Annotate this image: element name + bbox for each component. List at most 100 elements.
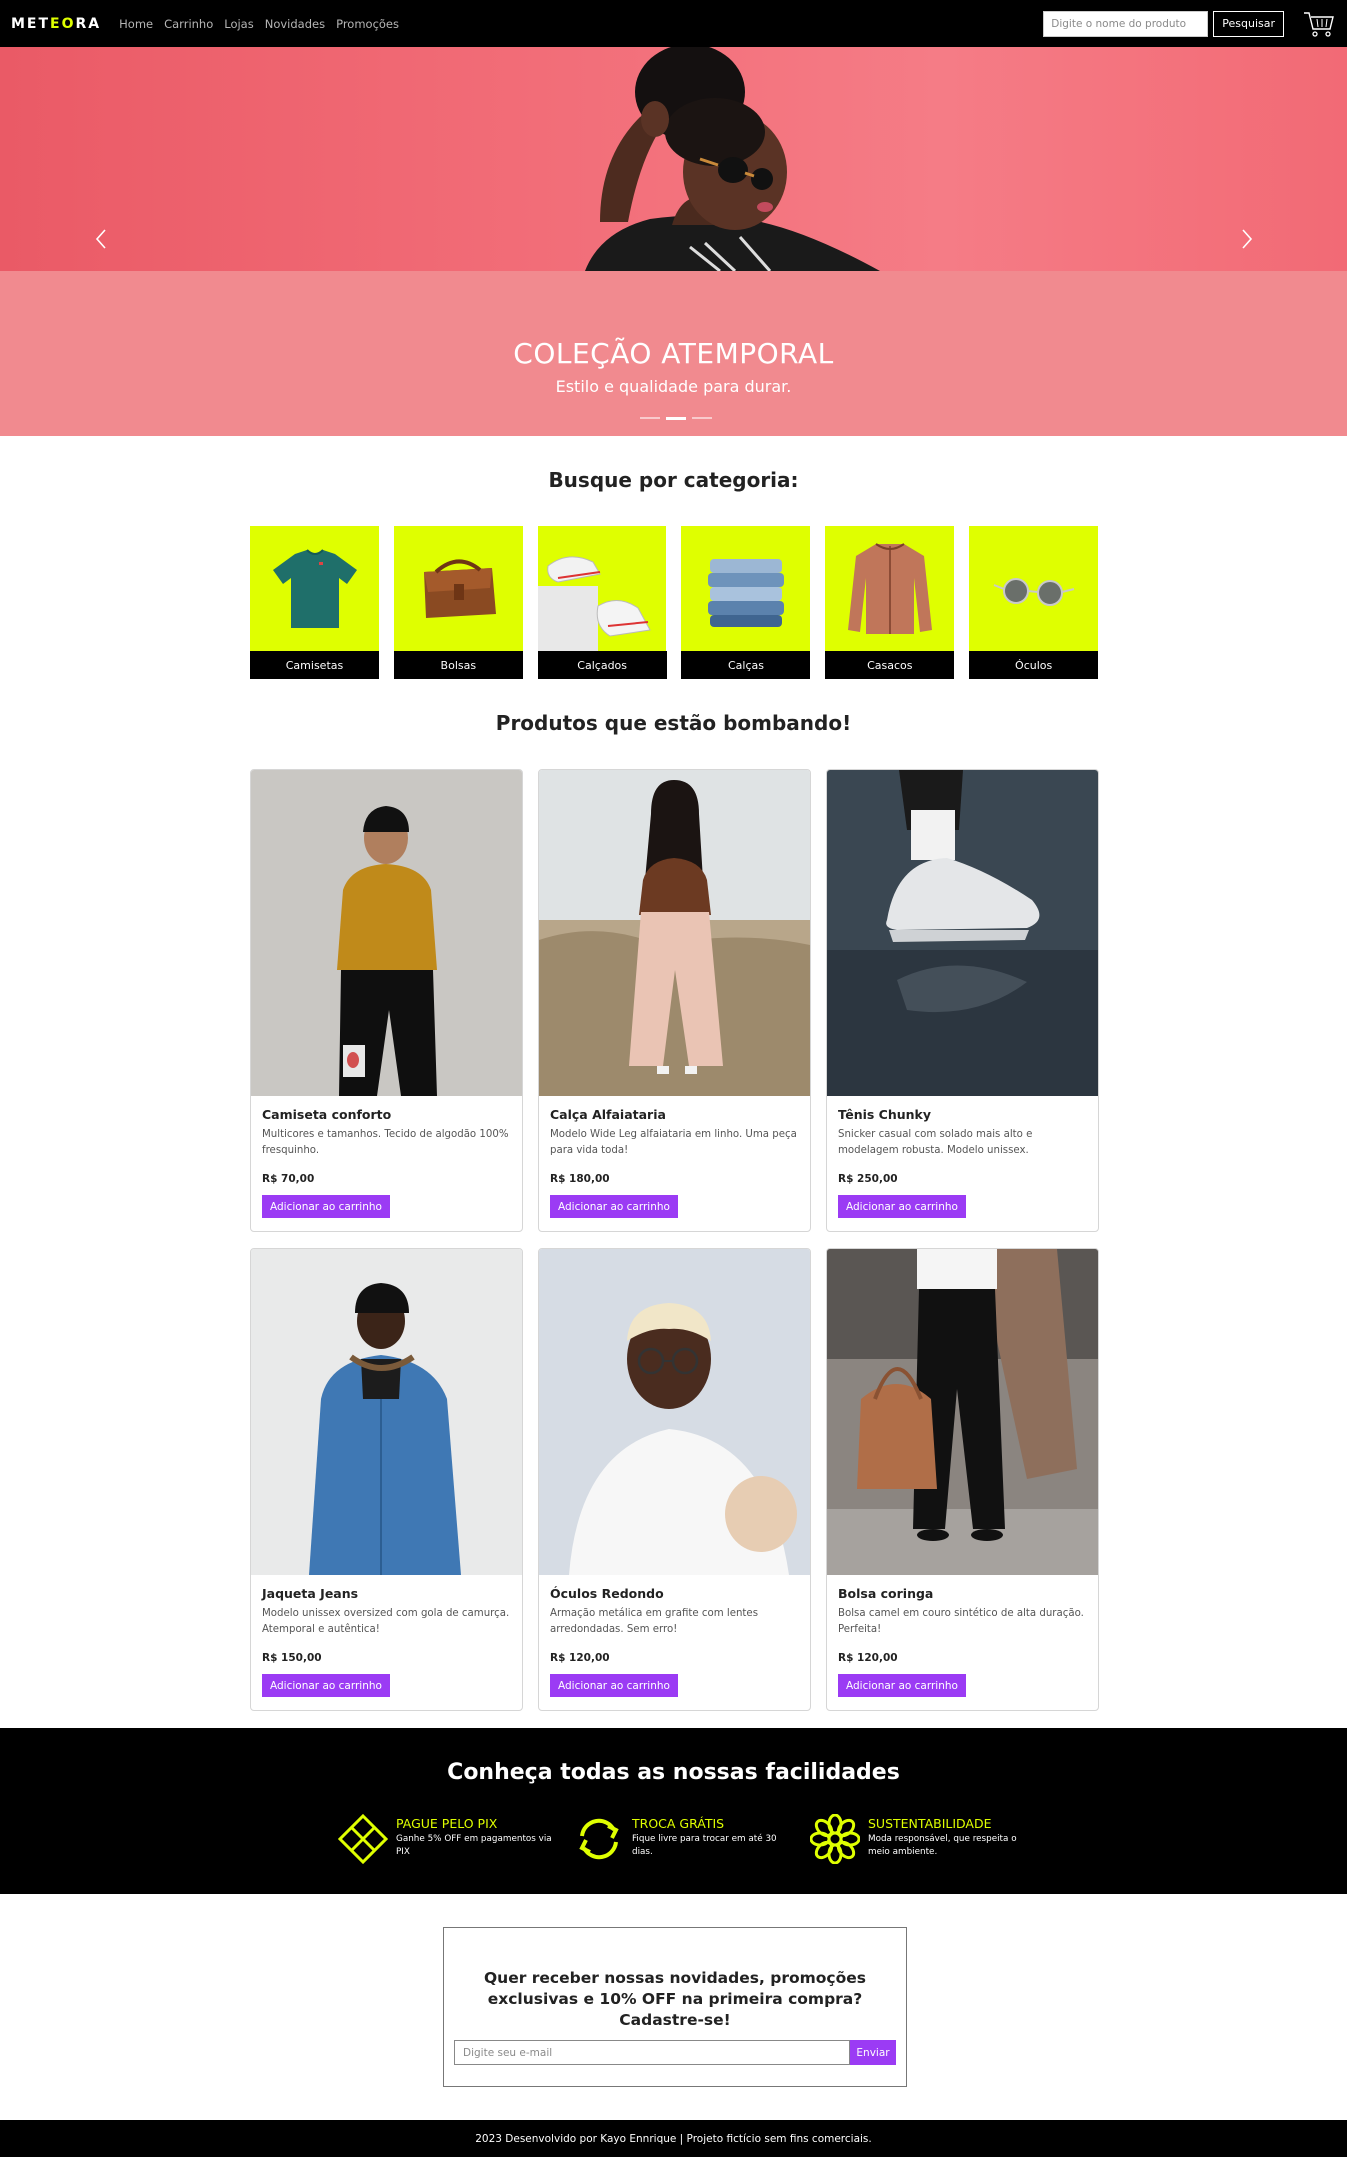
nav-link-novidades[interactable]: Novidades	[265, 17, 325, 31]
product-price: R$ 70,00	[262, 1173, 315, 1185]
hero-carousel: COLEÇÃO ATEMPORAL Estilo e qualidade par…	[0, 47, 1347, 436]
flower-icon	[809, 1813, 861, 1865]
product-card-oculos: Óculos Redondo Armação metálica em grafi…	[538, 1248, 811, 1711]
newsletter-text: Quer receber nossas novidades, promoções…	[483, 1969, 867, 2029]
exchange-icon	[574, 1814, 624, 1864]
nav-link-carrinho[interactable]: Carrinho	[164, 17, 213, 31]
bag-icon	[394, 526, 523, 651]
feature-description: Ganhe 5% OFF em pagamentos via PIX	[396, 1834, 552, 1858]
footer: 2023 Desenvolvido por Kayo Ennrique | Pr…	[0, 2120, 1347, 2157]
product-name: Tênis Chunky	[838, 1107, 932, 1122]
search-input[interactable]	[1043, 10, 1209, 37]
navbar: METEORA Home Carrinho Lojas Novidades Pr…	[0, 0, 1347, 47]
nav-link-promocoes[interactable]: Promoções	[336, 17, 399, 31]
features-section: Conheça todas as nossas facilidades PAGU…	[0, 1728, 1347, 1894]
product-name: Camiseta conforto	[262, 1107, 392, 1122]
product-name: Bolsa coringa	[838, 1586, 934, 1601]
logo[interactable]: METEORA	[11, 16, 101, 32]
category-calcados[interactable]: Calçados	[537, 526, 667, 679]
category-camisetas[interactable]: Camisetas	[250, 526, 379, 679]
jeans-icon	[681, 526, 810, 651]
feature-troca: TROCA GRÁTIS Fique livre para trocar em …	[574, 1814, 800, 1864]
category-bolsas[interactable]: Bolsas	[393, 526, 523, 679]
product-image	[539, 770, 810, 1096]
chevron-left-icon[interactable]	[94, 227, 108, 255]
feature-description: Moda responsável, que respeita o meio am…	[868, 1834, 1017, 1858]
products-title: Produtos que estão bombando!	[495, 711, 852, 735]
product-card-bolsa: Bolsa coringa Bolsa camel em couro sinté…	[826, 1248, 1099, 1711]
product-card-calca: Calça Alfaiataria Modelo Wide Leg alfaia…	[538, 769, 811, 1232]
categories-title: Busque por categoria:	[548, 468, 799, 492]
category-label: Camisetas	[250, 651, 379, 679]
add-to-cart-button[interactable]: Adicionar ao carrinho	[838, 1674, 966, 1697]
newsletter-form: Enviar	[454, 2040, 896, 2065]
tshirt-icon	[250, 526, 379, 651]
category-oculos[interactable]: Óculos	[969, 526, 1099, 679]
sneaker-icon	[537, 526, 667, 651]
feature-title: PAGUE PELO PIX	[396, 1816, 498, 1831]
product-price: R$ 150,00	[262, 1652, 322, 1664]
product-image	[251, 770, 522, 1096]
add-to-cart-button[interactable]: Adicionar ao carrinho	[262, 1674, 390, 1697]
product-description: Bolsa camel em couro sintético de alta d…	[838, 1608, 1084, 1635]
carousel-indicators	[640, 417, 712, 420]
logo-text: METEORA	[11, 15, 102, 32]
product-description: Modelo unissex oversized com gola de cam…	[262, 1608, 510, 1635]
glasses-icon	[969, 526, 1098, 651]
feature-title: SUSTENTABILIDADE	[868, 1816, 992, 1831]
features-list: PAGUE PELO PIX Ganhe 5% OFF em pagamento…	[337, 1813, 1036, 1865]
add-to-cart-button[interactable]: Adicionar ao carrinho	[550, 1674, 678, 1697]
nav-link-home[interactable]: Home	[119, 17, 153, 31]
product-price: R$ 120,00	[838, 1652, 898, 1664]
add-to-cart-button[interactable]: Adicionar ao carrinho	[838, 1195, 966, 1218]
cart-icon[interactable]	[1302, 9, 1336, 39]
feature-description: Fique livre para trocar em até 30 dias.	[632, 1834, 777, 1858]
product-price: R$ 120,00	[550, 1652, 610, 1664]
hero-subtitle: Estilo e qualidade para durar.	[555, 377, 792, 396]
product-image	[827, 1249, 1098, 1575]
product-image	[827, 770, 1098, 1096]
category-label: Bolsas	[393, 651, 523, 679]
chevron-right-icon[interactable]	[1240, 227, 1254, 255]
product-card-camiseta: Camiseta conforto Multicores e tamanhos.…	[250, 769, 523, 1232]
category-label: Óculos	[969, 651, 1099, 679]
logo-accent: EO	[50, 15, 76, 32]
categories-list: Camisetas Bolsas Calçados Calças Casacos…	[250, 526, 1099, 679]
product-card-jaqueta: Jaqueta Jeans Modelo unissex oversized c…	[250, 1248, 523, 1711]
email-input[interactable]	[454, 2040, 850, 2065]
category-casacos[interactable]: Casacos	[825, 526, 955, 679]
product-card-tenis: Tênis Chunky Snicker casual com solado m…	[826, 769, 1099, 1232]
nav-link-lojas[interactable]: Lojas	[224, 17, 253, 31]
carousel-indicator-1[interactable]	[640, 417, 660, 419]
send-button[interactable]: Enviar	[850, 2040, 896, 2065]
product-price: R$ 250,00	[838, 1173, 898, 1185]
products-grid: Camiseta conforto Multicores e tamanhos.…	[250, 769, 1099, 1711]
carousel-indicator-3[interactable]	[692, 417, 712, 419]
feature-pix: PAGUE PELO PIX Ganhe 5% OFF em pagamento…	[337, 1813, 564, 1865]
category-calcas[interactable]: Calças	[681, 526, 811, 679]
product-description: Snicker casual com solado mais alto e mo…	[838, 1129, 1033, 1156]
footer-text: 2023 Desenvolvido por Kayo Ennrique | Pr…	[475, 2132, 872, 2145]
category-label: Casacos	[825, 651, 955, 679]
feature-sustentabilidade: SUSTENTABILIDADE Moda responsável, que r…	[809, 1813, 1036, 1865]
carousel-indicator-2[interactable]	[666, 417, 686, 420]
nav-search: Pesquisar	[1043, 9, 1336, 39]
product-name: Calça Alfaiataria	[550, 1107, 666, 1122]
feature-title: TROCA GRÁTIS	[632, 1816, 725, 1831]
product-description: Armação metálica em grafite com lentes a…	[550, 1608, 758, 1635]
product-description: Modelo Wide Leg alfaiataria em linho. Um…	[550, 1129, 797, 1156]
product-image	[539, 1249, 810, 1575]
product-description: Multicores e tamanhos. Tecido de algodão…	[262, 1129, 509, 1156]
hero-title: COLEÇÃO ATEMPORAL	[513, 337, 834, 370]
product-image	[251, 1249, 522, 1575]
category-label: Calçados	[537, 651, 667, 679]
product-name: Óculos Redondo	[550, 1586, 664, 1601]
jacket-icon	[825, 526, 954, 651]
search-button[interactable]: Pesquisar	[1213, 10, 1284, 37]
add-to-cart-button[interactable]: Adicionar ao carrinho	[262, 1195, 390, 1218]
features-title: Conheça todas as nossas facilidades	[447, 1760, 900, 1785]
product-price: R$ 180,00	[550, 1173, 610, 1185]
add-to-cart-button[interactable]: Adicionar ao carrinho	[550, 1195, 678, 1218]
nav-links: Home Carrinho Lojas Novidades Promoções	[119, 17, 399, 31]
hero-image	[0, 47, 1347, 271]
